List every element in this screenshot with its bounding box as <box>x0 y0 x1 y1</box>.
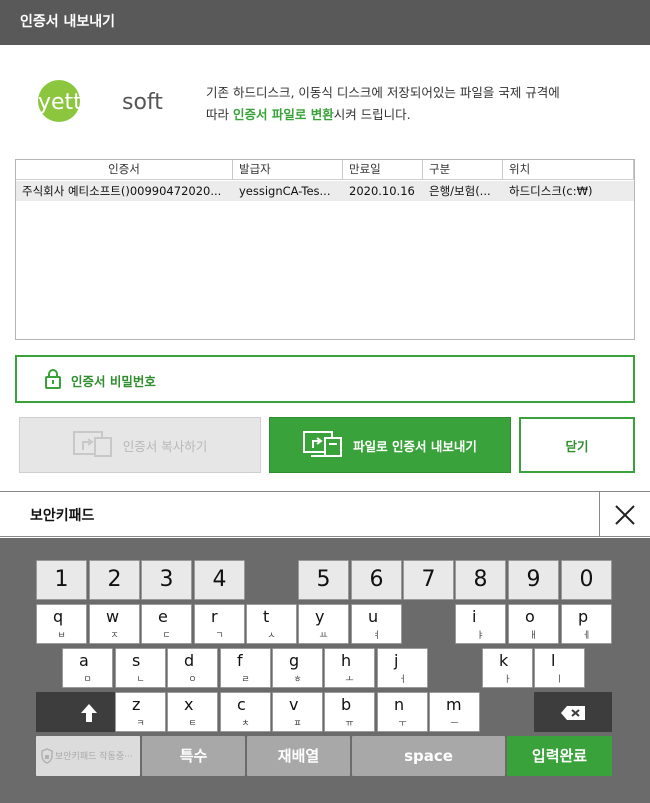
description-text: 기존 하드디스크, 이동식 디스크에 저장되어있는 파일을 국제 규격에 따라 … <box>206 85 560 122</box>
backspace-key[interactable] <box>534 692 612 732</box>
key-n[interactable]: nㅜ <box>377 692 428 732</box>
key-8[interactable]: 8 <box>455 560 506 600</box>
key-w[interactable]: wㅈ <box>89 604 140 644</box>
table-header: 인증서 발급자 만료일 구분 위치 <box>16 160 634 180</box>
password-label: 인증서 비밀번호 <box>71 374 156 389</box>
description-highlight: 인증서 파일로 변환 <box>232 107 334 122</box>
certificate-list[interactable]: 인증서 발급자 만료일 구분 위치 주식회사 예티소프트()0099047202… <box>15 159 635 340</box>
key-4[interactable]: 4 <box>194 560 245 600</box>
lock-icon <box>45 369 61 393</box>
shift-arrow-icon <box>81 704 97 722</box>
key-b[interactable]: bㅠ <box>324 692 375 732</box>
key-6[interactable]: 6 <box>351 560 402 600</box>
header-location[interactable]: 위치 <box>503 160 634 179</box>
yettiesoft-logo: yettie soft <box>36 76 176 126</box>
copy-cert-label: 인증서 복사하기 <box>122 438 208 454</box>
copy-cert-icon <box>72 430 113 461</box>
key-f[interactable]: fㄹ <box>220 648 271 688</box>
key-c[interactable]: cㅊ <box>220 692 271 732</box>
key-r[interactable]: rㄱ <box>194 604 245 644</box>
header-type[interactable]: 구분 <box>423 160 503 179</box>
header-issuer[interactable]: 발급자 <box>233 160 343 179</box>
key-0[interactable]: 0 <box>561 560 612 600</box>
export-file-icon <box>303 430 343 461</box>
key-7[interactable]: 7 <box>403 560 454 600</box>
key-z[interactable]: zㅋ <box>115 692 166 732</box>
password-field[interactable]: 인증서 비밀번호 <box>15 355 635 403</box>
key-u[interactable]: uㅕ <box>351 604 402 644</box>
key-p[interactable]: pㅔ <box>561 604 612 644</box>
secure-keypad: 1 2 3 4 5 6 7 8 9 0 qㅂ wㅈ eㄷ rㄱ tㅅ yㅛ uㅕ… <box>0 538 650 803</box>
shuffle-key[interactable]: 재배열 <box>247 736 350 776</box>
keypad-status: 보안키패드 작동중··· <box>36 736 140 776</box>
backspace-icon <box>561 706 585 720</box>
key-l[interactable]: lㅣ <box>534 648 585 688</box>
table-row[interactable]: 주식회사 예티소프트()00990472020... yessignCA-Tes… <box>16 181 634 201</box>
cell-cert: 주식회사 예티소프트()00990472020... <box>22 184 222 198</box>
keypad-header: 보안키패드 <box>0 491 650 537</box>
key-2[interactable]: 2 <box>89 560 140 600</box>
key-t[interactable]: tㅅ <box>246 604 297 644</box>
space-key[interactable]: space <box>352 736 505 776</box>
header-cert[interactable]: 인증서 <box>16 160 233 179</box>
shield-icon <box>41 748 53 764</box>
close-icon <box>615 504 635 525</box>
export-file-label: 파일로 인증서 내보내기 <box>353 438 477 454</box>
svg-text:yettie: yettie <box>38 90 101 115</box>
done-key[interactable]: 입력완료 <box>507 736 612 776</box>
key-m[interactable]: mㅡ <box>429 692 480 732</box>
cell-location: 하드디스크(c:₩) <box>509 184 593 198</box>
cell-expiry: 2020.10.16 <box>349 184 415 198</box>
key-9[interactable]: 9 <box>508 560 559 600</box>
keypad-close-button[interactable] <box>599 492 650 537</box>
key-o[interactable]: oㅐ <box>508 604 559 644</box>
key-s[interactable]: sㄴ <box>115 648 166 688</box>
special-key[interactable]: 특수 <box>142 736 245 776</box>
key-a[interactable]: aㅁ <box>62 648 113 688</box>
keypad-title: 보안키패드 <box>30 508 95 524</box>
cell-issuer: yessignCA-Tes... <box>239 184 331 198</box>
key-1[interactable]: 1 <box>36 560 87 600</box>
export-file-button[interactable]: 파일로 인증서 내보내기 <box>269 417 511 473</box>
key-5[interactable]: 5 <box>298 560 349 600</box>
key-e[interactable]: eㄷ <box>141 604 192 644</box>
key-d[interactable]: dㅇ <box>167 648 218 688</box>
key-q[interactable]: qㅂ <box>36 604 87 644</box>
key-i[interactable]: iㅑ <box>455 604 506 644</box>
svg-text:soft: soft <box>122 90 163 115</box>
header-expiry[interactable]: 만료일 <box>343 160 423 179</box>
window-title: 인증서 내보내기 <box>0 0 650 45</box>
key-g[interactable]: gㅎ <box>272 648 323 688</box>
key-j[interactable]: jㅓ <box>377 648 428 688</box>
key-v[interactable]: vㅍ <box>272 692 323 732</box>
cell-type: 은행/보험(... <box>429 184 491 198</box>
close-button[interactable]: 닫기 <box>519 417 635 473</box>
key-y[interactable]: yㅛ <box>298 604 349 644</box>
key-x[interactable]: xㅌ <box>167 692 218 732</box>
copy-cert-button[interactable]: 인증서 복사하기 <box>19 417 261 473</box>
key-h[interactable]: hㅗ <box>324 648 375 688</box>
key-3[interactable]: 3 <box>141 560 192 600</box>
key-k[interactable]: kㅏ <box>482 648 533 688</box>
